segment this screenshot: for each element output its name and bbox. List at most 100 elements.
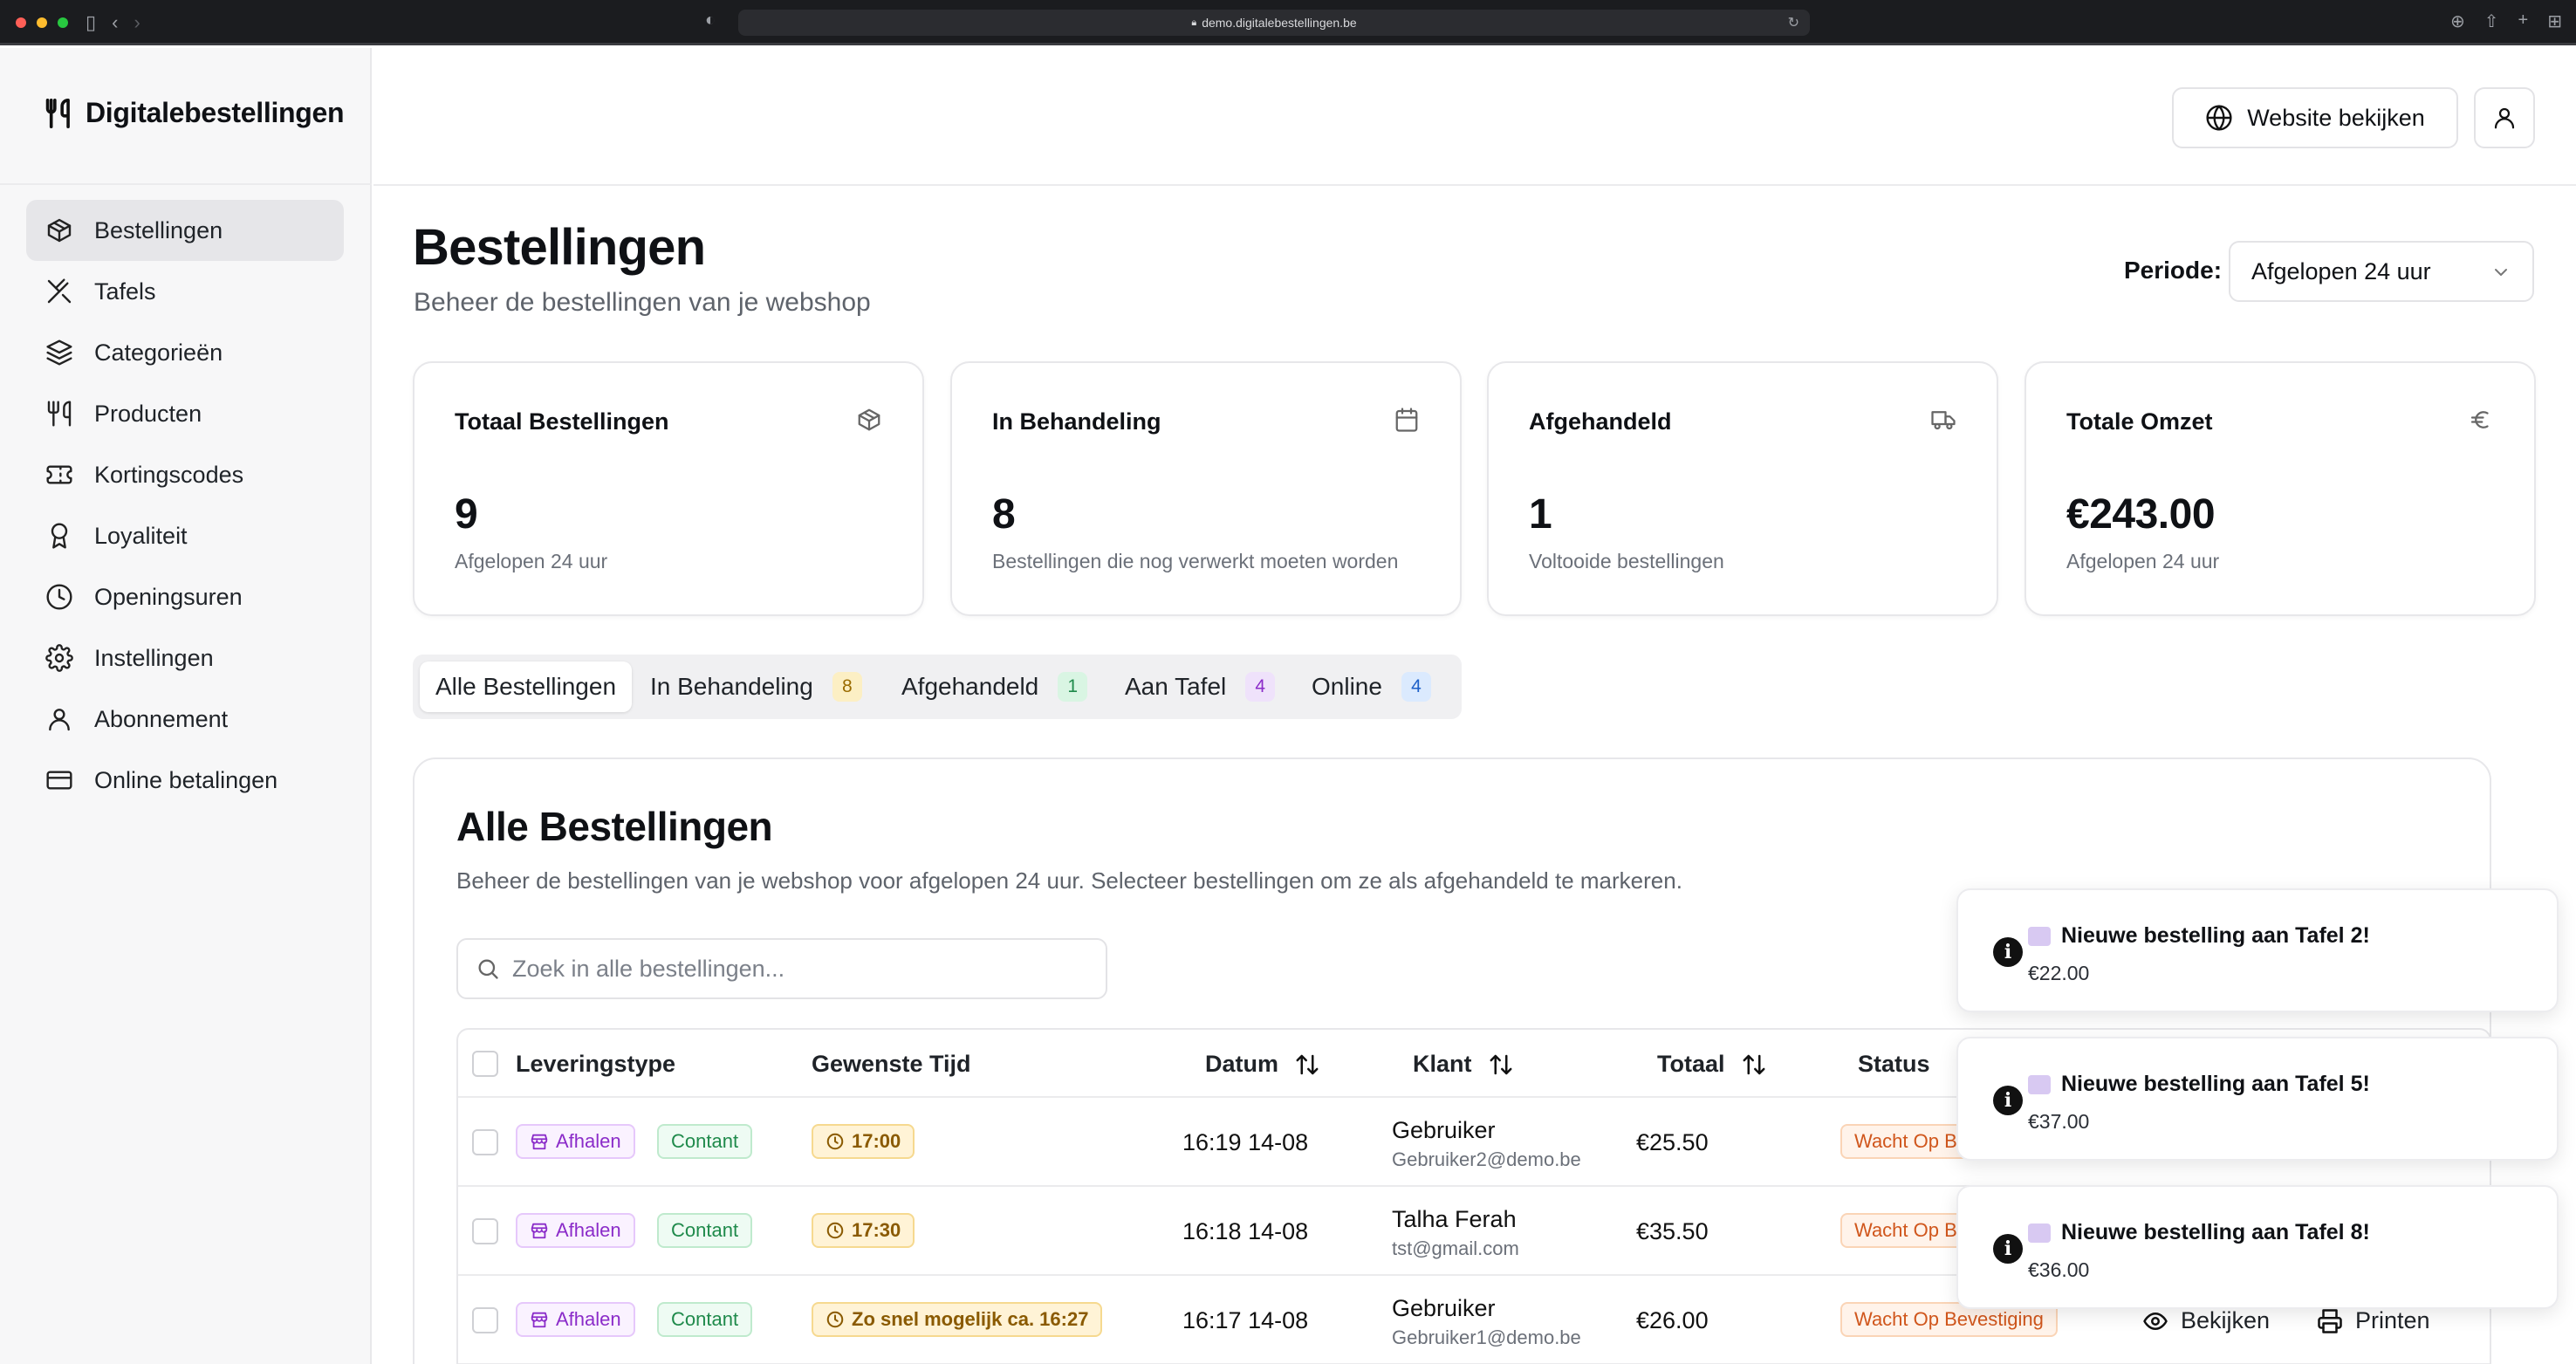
sidebar-item-label: Bestellingen: [94, 216, 223, 243]
sidebar-item-openingsuren[interactable]: Openingsuren: [26, 566, 344, 627]
order-total: €26.00: [1636, 1307, 1709, 1333]
lock-icon: 🔒︎: [1191, 17, 1197, 28]
share-icon[interactable]: ⇧: [2484, 10, 2499, 32]
divider: [0, 183, 372, 185]
search-input[interactable]: Zoek in alle bestellingen...: [456, 938, 1107, 999]
stat-value: €243.00: [2066, 491, 2216, 538]
order-tabs: Alle Bestellingen In Behandeling 8 Afgeh…: [413, 655, 1462, 719]
new-tab-icon[interactable]: +: [2518, 10, 2529, 32]
row-checkbox[interactable]: [472, 1307, 498, 1333]
zoom-window-button[interactable]: [58, 17, 68, 28]
customer-email: Gebruiker1@demo.be: [1392, 1326, 1581, 1348]
column-header-leveringstype: Leveringstype: [516, 1051, 676, 1077]
sort-icon: [1490, 1054, 1511, 1074]
select-all-checkbox[interactable]: [472, 1051, 498, 1077]
notification-toast[interactable]: i Nieuwe bestelling aan Tafel 8! €36.00: [1956, 1185, 2559, 1309]
tab-count-badge: 8: [832, 672, 862, 702]
tab-alle-bestellingen[interactable]: Alle Bestellingen: [420, 661, 633, 712]
column-header-totaal[interactable]: Totaal: [1657, 1051, 1767, 1078]
sidebar-item-tafels[interactable]: Tafels: [26, 261, 344, 322]
orders-title: Alle Bestellingen: [456, 804, 773, 849]
browser-toolbar: ▯ ‹ › ◐ 🔒︎ demo.digitalebestellingen.be …: [0, 0, 2576, 45]
sidebar-toggle-icon[interactable]: ▯: [86, 10, 96, 35]
payment-badge: Contant: [657, 1213, 753, 1248]
sidebar-item-instellingen[interactable]: Instellingen: [26, 627, 344, 689]
sidebar-item-label: Tafels: [94, 278, 156, 305]
customer-name: Talha Ferah: [1392, 1206, 1517, 1232]
sidebar-item-label: Abonnement: [94, 705, 229, 732]
privacy-shield-icon[interactable]: ◐: [705, 10, 716, 31]
window-controls: [16, 17, 68, 28]
column-header-gewenste-tijd: Gewenste Tijd: [812, 1051, 971, 1077]
sort-icon: [1296, 1054, 1319, 1074]
row-checkbox[interactable]: [472, 1129, 498, 1155]
minimize-window-button[interactable]: [37, 17, 47, 28]
print-order-button[interactable]: Printen: [2317, 1307, 2430, 1334]
sidebar-item-producten[interactable]: Producten: [26, 383, 344, 444]
sort-icon: [1743, 1054, 1765, 1074]
close-window-button[interactable]: [16, 17, 26, 28]
store-icon: [531, 1223, 548, 1239]
stat-subtitle: Afgelopen 24 uur: [455, 550, 608, 572]
website-bekijken-button[interactable]: Website bekijken: [2172, 87, 2458, 148]
clock-icon: [826, 1311, 844, 1328]
tab-aan-tafel[interactable]: Aan Tafel 4: [1125, 661, 1276, 712]
clock-icon: [46, 584, 72, 610]
delivery-type-badge: Afhalen: [516, 1124, 635, 1159]
sidebar-item-label: Categorieën: [94, 339, 223, 366]
plate-icon: [2028, 1223, 2051, 1243]
back-icon[interactable]: ‹: [112, 10, 118, 35]
notification-toast[interactable]: i Nieuwe bestelling aan Tafel 5! €37.00: [1956, 1037, 2559, 1161]
browser-nav: ▯ ‹ ›: [86, 10, 140, 35]
tab-in-behandeling[interactable]: In Behandeling 8: [650, 661, 862, 712]
sidebar-item-kortingscodes[interactable]: Kortingscodes: [26, 444, 344, 505]
store-icon: [531, 1312, 548, 1328]
column-header-klant[interactable]: Klant: [1413, 1051, 1514, 1078]
stat-subtitle: Voltooide bestellingen: [1529, 550, 1724, 572]
utensils-crossed-icon: [47, 278, 72, 304]
delivery-type-badge: Afhalen: [516, 1213, 635, 1248]
toast-amount: €36.00: [2028, 1258, 2090, 1281]
calendar-icon: [1395, 408, 1418, 432]
tab-overview-icon[interactable]: ⊞: [2547, 10, 2562, 32]
tab-online[interactable]: Online 4: [1312, 661, 1431, 712]
sidebar-item-loyaliteit[interactable]: Loyaliteit: [26, 505, 344, 566]
tab-label: Online: [1312, 673, 1382, 700]
view-order-button[interactable]: Bekijken: [2142, 1307, 2270, 1334]
sidebar-item-bestellingen[interactable]: Bestellingen: [26, 200, 344, 261]
customer-name: Gebruiker: [1392, 1295, 1496, 1321]
user-icon: [49, 709, 70, 731]
store-icon: [531, 1134, 548, 1150]
clock-icon: [826, 1133, 844, 1150]
tab-afgehandeld[interactable]: Afgehandeld 1: [901, 661, 1088, 712]
download-icon[interactable]: ⊕: [2450, 10, 2465, 32]
tab-count-badge: 4: [1401, 672, 1431, 702]
sidebar-item-abonnement[interactable]: Abonnement: [26, 689, 344, 750]
sidebar-item-categorieen[interactable]: Categorieën: [26, 322, 344, 383]
stat-card-afgehandeld: Afgehandeld 1 Voltooide bestellingen: [1487, 361, 1998, 616]
forward-icon[interactable]: ›: [134, 10, 140, 35]
info-icon: i: [1993, 1086, 2023, 1115]
column-header-datum[interactable]: Datum: [1205, 1051, 1320, 1078]
reload-icon[interactable]: ↻: [1788, 14, 1799, 31]
sidebar-item-online-betalingen[interactable]: Online betalingen: [26, 750, 344, 811]
ticket-icon: [46, 465, 72, 484]
row-checkbox[interactable]: [472, 1218, 498, 1244]
sidebar-item-label: Loyaliteit: [94, 522, 188, 549]
address-bar[interactable]: 🔒︎ demo.digitalebestellingen.be ↻: [738, 10, 1810, 36]
gear-icon: [45, 644, 73, 672]
payment-badge: Contant: [657, 1124, 753, 1159]
order-date: 16:18 14-08: [1182, 1218, 1309, 1244]
chevron-down-icon: [2495, 269, 2507, 276]
notification-toast[interactable]: i Nieuwe bestelling aan Tafel 2! €22.00: [1956, 888, 2559, 1012]
package-icon: [47, 218, 72, 243]
periode-select[interactable]: Afgelopen 24 uur: [2229, 241, 2534, 302]
brand[interactable]: Digitalebestellingen: [44, 97, 345, 129]
toast-amount: €22.00: [2028, 962, 2090, 984]
info-icon: i: [1993, 937, 2023, 967]
user-menu-button[interactable]: [2474, 87, 2535, 148]
column-header-status: Status: [1858, 1051, 1930, 1077]
time-badge: Zo snel mogelijk ca. 16:27: [812, 1302, 1103, 1337]
plate-icon: [2028, 1074, 2051, 1094]
euro-icon: [2470, 411, 2489, 428]
